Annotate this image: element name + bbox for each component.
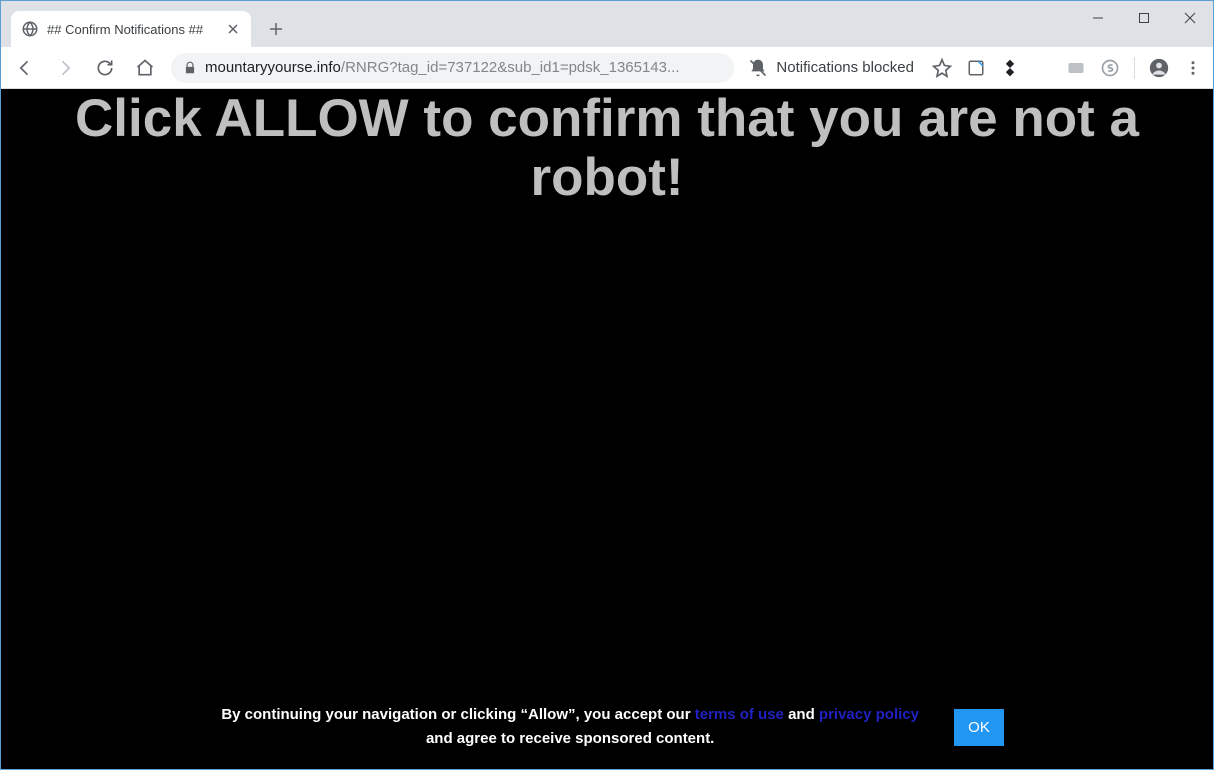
extension-note-icon[interactable] [966, 58, 986, 78]
page-content: Click ALLOW to confirm that you are not … [1, 89, 1213, 769]
browser-toolbar: mountaryyourse.info/RNRG?tag_id=737122&s… [1, 47, 1213, 89]
ok-button[interactable]: OK [954, 709, 1004, 746]
home-button[interactable] [131, 54, 159, 82]
lock-icon [183, 61, 197, 75]
close-window-button[interactable] [1167, 1, 1213, 35]
consent-prefix: By continuing your navigation or clickin… [221, 706, 694, 723]
url-path: /RNRG?tag_id=737122&sub_id1=pdsk_1365143… [341, 59, 680, 76]
notifications-blocked-label: Notifications blocked [776, 59, 914, 76]
extension-card-icon[interactable] [1066, 58, 1086, 78]
reload-button[interactable] [91, 54, 119, 82]
consent-bar: By continuing your navigation or clickin… [1, 693, 1213, 761]
bookmark-star-icon[interactable] [932, 58, 952, 78]
extension-diamond-icon[interactable] [1000, 58, 1020, 78]
page-headline: Click ALLOW to confirm that you are not … [1, 89, 1213, 208]
window-controls [1075, 1, 1213, 35]
privacy-policy-link[interactable]: privacy policy [819, 706, 919, 723]
toolbar-actions [932, 57, 1203, 79]
consent-text: By continuing your navigation or clickin… [210, 703, 930, 751]
browser-titlebar: ## Confirm Notifications ## [1, 1, 1213, 47]
forward-button[interactable] [51, 54, 79, 82]
url-domain: mountaryyourse.info [205, 59, 341, 76]
terms-of-use-link[interactable]: terms of use [695, 706, 784, 723]
consent-and: and [784, 706, 819, 723]
notifications-blocked-chip[interactable]: Notifications blocked [742, 58, 920, 78]
profile-avatar-icon[interactable] [1149, 58, 1169, 78]
bell-off-icon [748, 58, 768, 78]
url-text: mountaryyourse.info/RNRG?tag_id=737122&s… [205, 59, 680, 76]
address-bar[interactable]: mountaryyourse.info/RNRG?tag_id=737122&s… [171, 53, 734, 83]
back-button[interactable] [11, 54, 39, 82]
minimize-button[interactable] [1075, 1, 1121, 35]
tab-title: ## Confirm Notifications ## [47, 22, 217, 37]
browser-tab[interactable]: ## Confirm Notifications ## [11, 11, 251, 47]
menu-kebab-icon[interactable] [1183, 58, 1203, 78]
extension-s-icon[interactable] [1100, 58, 1120, 78]
globe-icon [21, 20, 39, 38]
maximize-button[interactable] [1121, 1, 1167, 35]
consent-suffix: and agree to receive sponsored content. [426, 730, 714, 747]
toolbar-divider [1134, 57, 1135, 79]
new-tab-button[interactable] [261, 14, 291, 44]
close-tab-button[interactable] [225, 21, 241, 37]
